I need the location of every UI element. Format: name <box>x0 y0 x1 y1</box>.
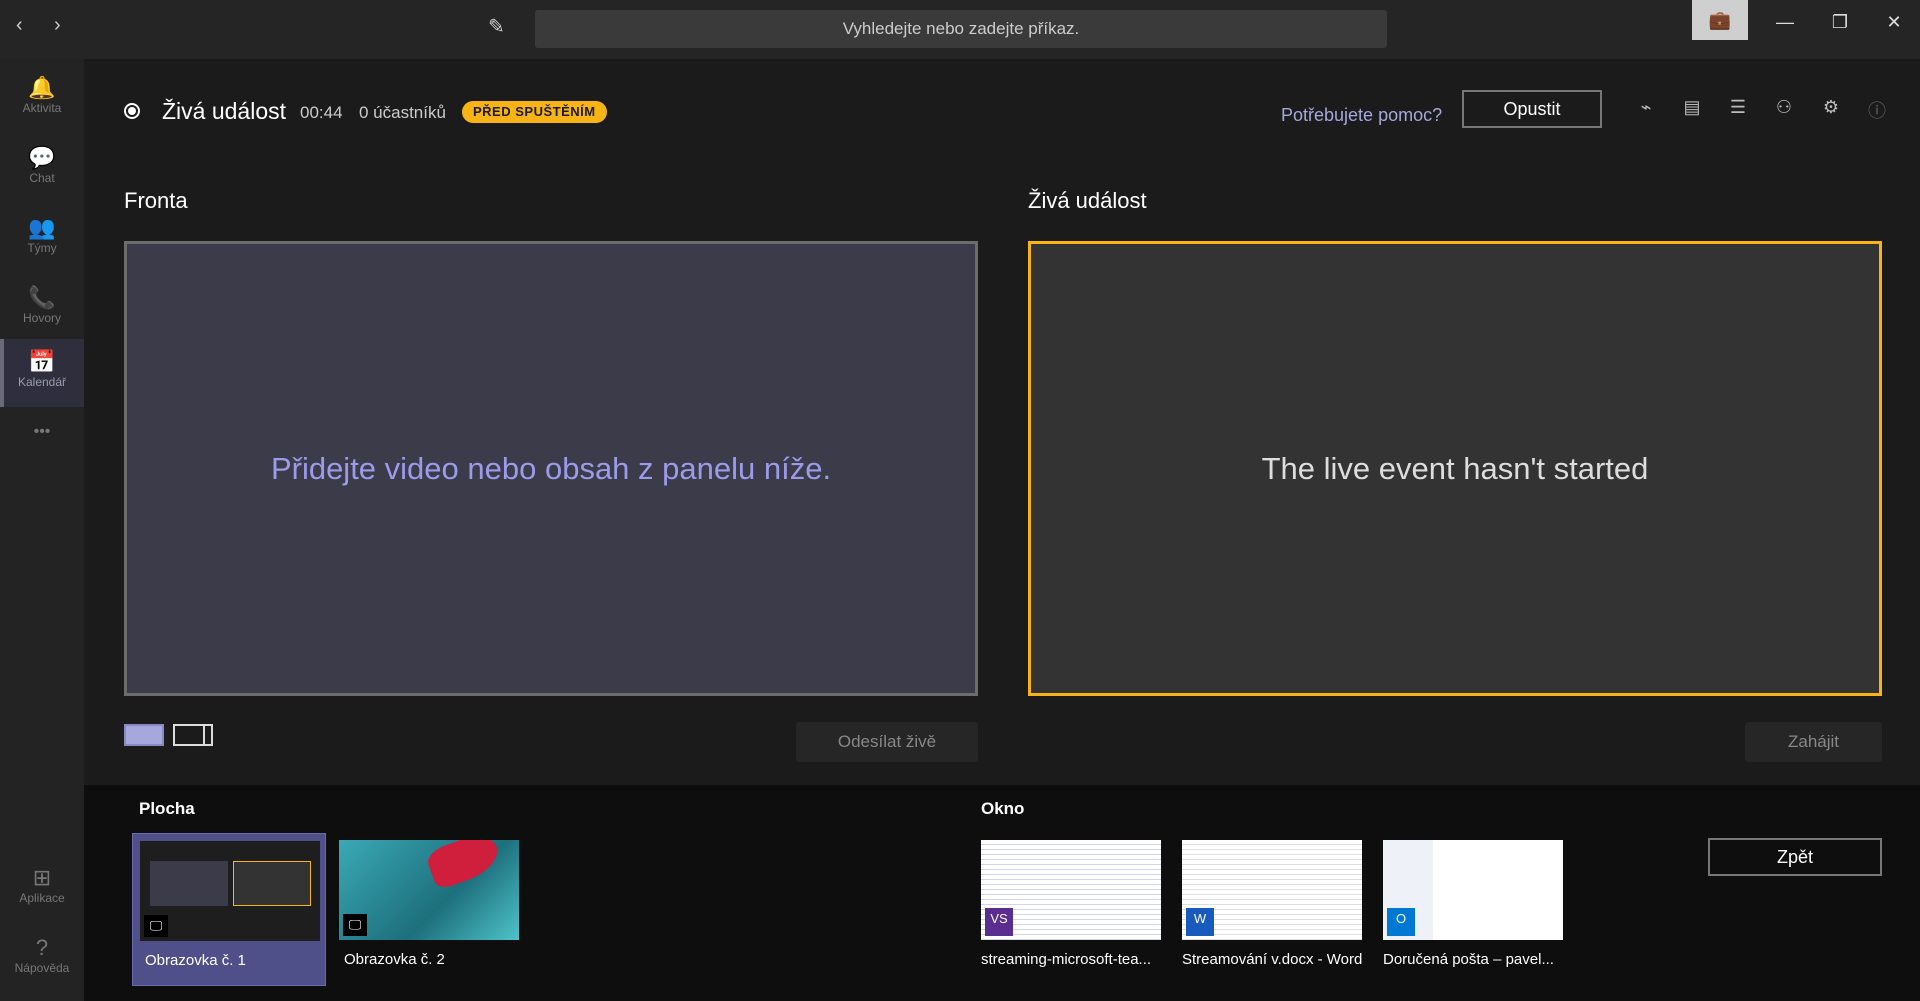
add-people-icon[interactable]: ⚇ <box>1769 97 1799 118</box>
app-sidebar: 🔔 Aktivita 💬 Chat 👥 Týmy 📞 Hovory 📅 Kalendář … <box>0 59 84 1001</box>
search-input[interactable]: Vyhledejte nebo zadejte příkaz. <box>535 10 1387 48</box>
layout-single-button[interactable] <box>124 724 164 746</box>
screen-label: Obrazovka č. 1 <box>145 952 246 969</box>
live-indicator-icon <box>124 103 140 119</box>
sidebar-item-calls[interactable]: 📞 Hovory <box>0 275 84 343</box>
minimize-button[interactable]: — <box>1765 12 1805 33</box>
chat-icon: 💬 <box>28 145 56 170</box>
queue-preview: Přidejte video nebo obsah z panelu níže. <box>124 241 978 696</box>
screen-card[interactable]: 🖵 Obrazovka č. 1 <box>132 833 326 986</box>
start-button[interactable]: Zahájit <box>1745 722 1882 762</box>
title-bar: ‹ › ✎ Vyhledejte nebo zadejte příkaz. 💼 … <box>0 0 1920 59</box>
sidebar-item-help[interactable]: ? Nápověda <box>0 925 84 993</box>
sidebar-item-label: Aplikace <box>19 891 65 905</box>
maximize-button[interactable]: ❐ <box>1820 12 1860 33</box>
briefcase-icon[interactable]: 💼 <box>1692 0 1748 40</box>
word-icon: W <box>1186 908 1214 936</box>
sidebar-item-label: Chat <box>29 171 55 185</box>
screen-thumbnail: 🖵 <box>140 841 320 941</box>
settings-icon[interactable]: ⚙ <box>1816 97 1846 118</box>
window-label: Doručená pošta – pavel... <box>1383 951 1554 968</box>
back-button[interactable]: Zpět <box>1708 838 1882 876</box>
sidebar-item-label: Týmy <box>27 241 57 255</box>
window-thumbnail: W <box>1182 840 1362 940</box>
sidebar-item-teams[interactable]: 👥 Týmy <box>0 205 84 273</box>
live-label: Živá událost <box>1028 188 1147 213</box>
desktop-label: Plocha <box>139 799 195 818</box>
window-card[interactable]: VS streaming-microsoft-tea... <box>974 833 1168 986</box>
back-icon[interactable]: ‹ <box>16 14 23 37</box>
sidebar-item-activity[interactable]: 🔔 Aktivita <box>0 65 84 133</box>
sidebar-item-label: Kalendář <box>17 375 67 389</box>
chat-icon[interactable]: ☰ <box>1723 97 1753 118</box>
sidebar-item-apps[interactable]: ⊞ Aplikace <box>0 855 84 923</box>
phone-icon: 📞 <box>28 285 56 310</box>
sidebar-item-label: Nápověda <box>14 961 70 975</box>
page-title: Živá událost <box>162 98 287 124</box>
outlook-icon: O <box>1387 908 1415 936</box>
compose-icon[interactable]: ✎ <box>488 14 505 39</box>
status-badge: PŘED SPUŠTĚNÍM <box>462 101 607 123</box>
teams-icon: 👥 <box>28 215 56 240</box>
info-icon[interactable]: ⓘ <box>1862 97 1892 123</box>
close-button[interactable]: ✕ <box>1874 12 1914 33</box>
health-icon[interactable]: ⌁ <box>1631 97 1661 118</box>
window-label: Okno <box>981 799 1025 818</box>
sidebar-item-calendar[interactable]: 📅 Kalendář <box>0 339 84 407</box>
help-icon: ? <box>35 935 49 960</box>
screen-card[interactable]: 🖵 Obrazovka č. 2 <box>332 833 526 986</box>
send-live-button[interactable]: Odesílat živě <box>796 722 978 762</box>
calendar-icon: 📅 <box>28 349 56 374</box>
forward-icon[interactable]: › <box>54 14 61 37</box>
window-label: streaming-microsoft-tea... <box>981 951 1152 968</box>
notes-icon[interactable]: ▤ <box>1677 97 1707 118</box>
queue-message: Přidejte video nebo obsah z panelu níže. <box>270 450 832 486</box>
event-timer: 00:44 <box>300 103 343 122</box>
window-thumbnail: VS <box>981 840 1161 940</box>
window-card[interactable]: O Doručená pošta – pavel... <box>1376 833 1570 986</box>
screen-label: Obrazovka č. 2 <box>344 951 445 968</box>
leave-button[interactable]: Opustit <box>1462 90 1602 128</box>
sidebar-item-label: Hovory <box>22 311 61 325</box>
window-label: Streamování v.docx - Word <box>1182 951 1363 968</box>
sidebar-item-label: Aktivita <box>22 101 62 115</box>
window-card[interactable]: W Streamování v.docx - Word <box>1175 833 1369 986</box>
help-link[interactable]: Potřebujete pomoc? <box>1281 105 1442 126</box>
screen-thumbnail: 🖵 <box>339 840 519 940</box>
sidebar-item-chat[interactable]: 💬 Chat <box>0 135 84 203</box>
more-apps-button[interactable]: ••• <box>0 423 84 453</box>
apps-icon: ⊞ <box>32 865 52 890</box>
queue-label: Fronta <box>124 188 188 213</box>
vscode-icon: VS <box>985 908 1013 936</box>
window-thumbnail: O <box>1383 840 1563 940</box>
participant-count: 0 účastníků <box>359 103 446 122</box>
live-preview: The live event hasn't started <box>1028 241 1882 696</box>
bell-icon: 🔔 <box>28 75 56 100</box>
monitor-icon: 🖵 <box>343 914 367 936</box>
monitor-icon: 🖵 <box>144 915 168 937</box>
live-message: The live event hasn't started <box>1261 450 1649 486</box>
layout-split-button[interactable] <box>173 724 213 746</box>
